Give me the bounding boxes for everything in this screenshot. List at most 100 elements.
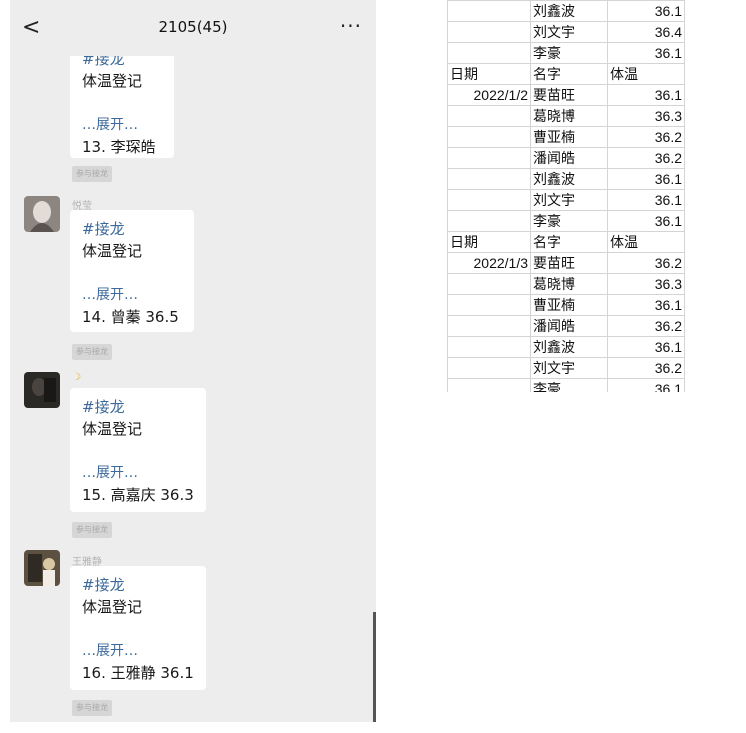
table-cell[interactable]: 36.2 [607, 126, 685, 148]
avatar[interactable] [24, 196, 60, 232]
entry-text: 15. 高嘉庆 36.3 [82, 486, 194, 504]
table-cell[interactable] [447, 21, 531, 43]
join-solitaire-button[interactable]: 参与接龙 [72, 700, 112, 716]
table-row: 曹亚楠 36.2 [447, 126, 685, 148]
solitaire-tag[interactable]: #接龙 [82, 574, 194, 596]
message-title: 体温登记 [82, 242, 143, 260]
table-cell[interactable] [447, 42, 531, 64]
table-cell[interactable]: 刘文宇 [530, 189, 608, 211]
join-solitaire-button[interactable]: 参与接龙 [72, 522, 112, 538]
table-cell[interactable]: 36.3 [607, 273, 685, 295]
chat-header: < 2105(45) ··· [10, 0, 376, 56]
expand-link[interactable]: …展开… [82, 284, 182, 306]
table-cell[interactable]: 36.1 [607, 210, 685, 232]
table-row: 日期 名字 体温 [447, 63, 685, 85]
table-row: 刘鑫波 36.1 [447, 0, 685, 22]
table-cell[interactable] [447, 315, 531, 337]
table-cell[interactable]: 36.1 [607, 189, 685, 211]
table-cell[interactable]: 体温 [607, 63, 685, 85]
table-cell[interactable]: 曹亚楠 [530, 126, 608, 148]
table-cell[interactable]: 2022/1/2 [447, 84, 531, 106]
message-title: 体温登记 [82, 72, 143, 90]
table-cell[interactable] [447, 105, 531, 127]
table-cell[interactable]: 日期 [447, 231, 531, 253]
table-cell[interactable]: 李豪 [530, 42, 608, 64]
table-row: 刘文宇 36.4 [447, 21, 685, 43]
table-cell[interactable]: 36.2 [607, 357, 685, 379]
table-row: 李豪 36.1 [447, 378, 685, 392]
table-row: 潘闻皓 36.2 [447, 315, 685, 337]
table-cell[interactable]: 刘鑫波 [530, 0, 608, 22]
table-row: 葛晓博 36.3 [447, 105, 685, 127]
table-cell[interactable] [447, 126, 531, 148]
message-bubble[interactable]: #接龙 体温登记 …展开… 13. 李琛皓 [70, 40, 174, 158]
join-solitaire-button[interactable]: 参与接龙 [72, 166, 112, 182]
table-cell[interactable] [447, 210, 531, 232]
table-cell[interactable]: 李豪 [530, 378, 608, 392]
table-cell[interactable] [447, 0, 531, 22]
table-cell[interactable]: 潘闻皓 [530, 147, 608, 169]
table-cell[interactable] [447, 273, 531, 295]
table-row: 李豪 36.1 [447, 210, 685, 232]
table-cell[interactable]: 36.1 [607, 0, 685, 22]
table-cell[interactable]: 36.1 [607, 378, 685, 392]
chat-title: 2105(45) [158, 18, 228, 36]
table-cell[interactable]: 名字 [530, 63, 608, 85]
solitaire-tag[interactable]: #接龙 [82, 396, 194, 418]
expand-link[interactable]: …展开… [82, 114, 162, 136]
expand-link[interactable]: …展开… [82, 640, 194, 662]
table-cell[interactable] [447, 378, 531, 392]
expand-link[interactable]: …展开… [82, 462, 194, 484]
table-cell[interactable]: 要苗旺 [530, 84, 608, 106]
table-cell[interactable] [447, 336, 531, 358]
table-cell[interactable] [447, 168, 531, 190]
table-cell[interactable]: 36.1 [607, 42, 685, 64]
table-cell[interactable]: 体温 [607, 231, 685, 253]
table-cell[interactable]: 名字 [530, 231, 608, 253]
table-cell[interactable]: 36.2 [607, 147, 685, 169]
avatar[interactable] [24, 550, 60, 586]
table-cell[interactable]: 36.1 [607, 168, 685, 190]
table-cell[interactable]: 曹亚楠 [530, 294, 608, 316]
table-cell[interactable]: 日期 [447, 63, 531, 85]
message-bubble[interactable]: #接龙 体温登记 …展开… 15. 高嘉庆 36.3 [70, 388, 206, 512]
table-cell[interactable]: 36.1 [607, 294, 685, 316]
chat-panel: #接龙 体温登记 …展开… 13. 李琛皓 参与接龙 < 2105(45) ··… [10, 0, 376, 722]
table-cell[interactable]: 36.1 [607, 84, 685, 106]
table-cell[interactable]: 36.2 [607, 252, 685, 274]
more-icon[interactable]: ··· [340, 14, 362, 38]
message-title: 体温登记 [82, 598, 143, 616]
table-cell[interactable]: 刘文宇 [530, 357, 608, 379]
message-bubble[interactable]: #接龙 体温登记 …展开… 16. 王雅静 36.1 [70, 566, 206, 690]
table-cell[interactable]: 葛晓博 [530, 105, 608, 127]
join-solitaire-button[interactable]: 参与接龙 [72, 344, 112, 360]
table-row: 刘文宇 36.1 [447, 189, 685, 211]
table-cell[interactable] [447, 357, 531, 379]
table-cell[interactable] [447, 147, 531, 169]
table-cell[interactable]: 葛晓博 [530, 273, 608, 295]
temperature-table: 刘鑫波 36.1 刘文宇 36.4 李豪 36.1 日期 名字 体温 2022/1/2 要苗旺 36.… [447, 0, 685, 392]
table-cell[interactable]: 刘文宇 [530, 21, 608, 43]
table-row: 刘文宇 36.2 [447, 357, 685, 379]
table-cell[interactable]: 36.2 [607, 315, 685, 337]
table-cell[interactable]: 刘鑫波 [530, 336, 608, 358]
table-row: 曹亚楠 36.1 [447, 294, 685, 316]
message-bubble[interactable]: #接龙 体温登记 …展开… 14. 曾蓁 36.5 [70, 210, 194, 332]
avatar[interactable] [24, 372, 60, 408]
table-cell[interactable]: 36.4 [607, 21, 685, 43]
table-cell[interactable]: 36.1 [607, 336, 685, 358]
table-cell[interactable]: 2022/1/3 [447, 252, 531, 274]
table-cell[interactable]: 刘鑫波 [530, 168, 608, 190]
scrollbar[interactable] [373, 612, 376, 722]
table-cell[interactable]: 36.3 [607, 105, 685, 127]
solitaire-tag[interactable]: #接龙 [82, 218, 182, 240]
message-title: 体温登记 [82, 420, 143, 438]
table-row: 2022/1/3 要苗旺 36.2 [447, 252, 685, 274]
table-cell[interactable] [447, 294, 531, 316]
table-cell[interactable]: 要苗旺 [530, 252, 608, 274]
table-cell[interactable] [447, 189, 531, 211]
table-row: 葛晓博 36.3 [447, 273, 685, 295]
table-cell[interactable]: 潘闻皓 [530, 315, 608, 337]
table-cell[interactable]: 李豪 [530, 210, 608, 232]
table-row: 潘闻皓 36.2 [447, 147, 685, 169]
